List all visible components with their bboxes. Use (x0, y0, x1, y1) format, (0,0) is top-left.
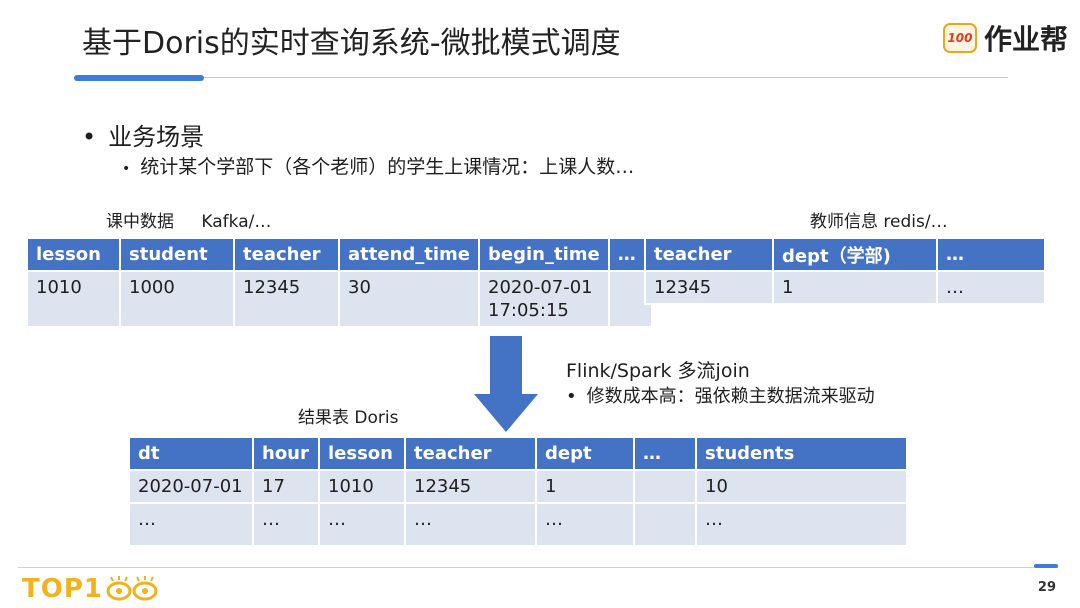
brand-name: 作业帮 (983, 23, 1068, 56)
page-number: 29 (1037, 580, 1056, 595)
table-row: 12345 1 … (644, 270, 1046, 305)
page-title: 基于Doris的实时查询系统-微批模式调度 (82, 26, 621, 61)
table-row: … … … … … … (128, 502, 908, 547)
column-header: lesson (318, 436, 406, 471)
column-header: lesson (26, 237, 121, 272)
result-table: dt hour lesson teacher dept … students 2… (128, 436, 908, 547)
table-cell: 12345 (233, 270, 340, 328)
begin-date: 2020-07-01 (488, 277, 593, 298)
column-header: attend_time (337, 237, 481, 272)
column-header: student (119, 237, 235, 272)
column-header: dept (535, 436, 635, 471)
table-cell: 1 (535, 469, 635, 504)
title-divider (74, 77, 1008, 78)
cost-note-text: 修数成本高：强依赖主数据流来驱动 (586, 386, 875, 407)
column-header: hour (252, 436, 320, 471)
cost-note: • 修数成本高：强依赖主数据流来驱动 (566, 382, 875, 408)
kafka-table: lesson student teacher attend_time begin… (26, 237, 653, 328)
hundred-icon: 100 (942, 23, 977, 53)
kafka-caption: 课中数据 Kafka/… (106, 207, 271, 232)
begin-time: 17:05:15 (488, 300, 569, 321)
column-header: begin_time (478, 237, 610, 272)
table-cell: 10 (695, 469, 908, 504)
table-cell (633, 502, 697, 547)
column-header: dt (128, 436, 254, 471)
bullet-sub: • 统计某个学部下（各个老师）的学生上课情况：上课人数… (122, 152, 634, 179)
bullet-dot-icon: • (566, 386, 577, 407)
table-cell: 12345 (404, 469, 537, 504)
bullet-main: • 业务场景 (82, 117, 204, 152)
result-caption: 结果表 Doris (298, 408, 399, 428)
bullet-sub-text: 统计某个学部下（各个老师）的学生上课情况：上课人数… (140, 156, 635, 178)
table-cell (633, 469, 697, 504)
table-cell: 17 (252, 469, 320, 504)
kafka-caption-name: 课中数据 (106, 212, 174, 232)
footer-logo: TOP1 (22, 574, 161, 604)
table-cell: 1010 (26, 270, 121, 328)
eyes-icon (106, 576, 158, 601)
footer-logo-text: TOP1 (22, 574, 103, 604)
column-header: teacher (644, 237, 774, 272)
bullet-dot-icon: • (122, 161, 131, 177)
redis-caption: 教师信息 redis/… (810, 212, 948, 232)
table-cell: 1 (772, 270, 938, 305)
table-cell: … (695, 502, 908, 547)
title-accent-bar (74, 75, 204, 81)
column-header: teacher (233, 237, 340, 272)
table-cell: 1000 (119, 270, 235, 328)
table-cell: … (252, 502, 320, 547)
down-arrow-icon (474, 336, 538, 432)
table-cell: … (936, 270, 1046, 305)
table-header-row: teacher dept（学部) … (644, 237, 1046, 272)
table-cell: … (535, 502, 635, 547)
footer-divider (18, 567, 1058, 568)
engine-note: Flink/Spark 多流join (566, 360, 750, 382)
table-cell: 2020-07-01 17:05:15 (478, 270, 610, 328)
table-row: 1010 1000 12345 30 2020-07-01 17:05:15 (26, 270, 653, 328)
column-header: teacher (404, 436, 537, 471)
footer-accent-bar (1034, 564, 1058, 568)
bullet-dot-icon: • (82, 123, 97, 151)
brand-logo: 100 作业帮 (942, 18, 1068, 58)
table-header-row: lesson student teacher attend_time begin… (26, 237, 653, 272)
table-cell: … (318, 502, 406, 547)
table-cell: 1010 (318, 469, 406, 504)
table-cell: … (128, 502, 254, 547)
bullet-main-text: 业务场景 (108, 123, 205, 151)
table-cell: 12345 (644, 270, 774, 305)
table-cell: 30 (337, 270, 481, 328)
redis-table: teacher dept（学部) … 12345 1 … (644, 237, 1046, 305)
column-header: dept（学部) (772, 237, 938, 272)
table-cell: 2020-07-01 (128, 469, 254, 504)
column-header: … (936, 237, 1046, 272)
column-header: … (633, 436, 697, 471)
column-header: students (695, 436, 908, 471)
table-cell: … (404, 502, 537, 547)
table-row: 2020-07-01 17 1010 12345 1 10 (128, 469, 908, 504)
table-header-row: dt hour lesson teacher dept … students (128, 436, 908, 471)
kafka-caption-source: Kafka/… (201, 212, 272, 232)
